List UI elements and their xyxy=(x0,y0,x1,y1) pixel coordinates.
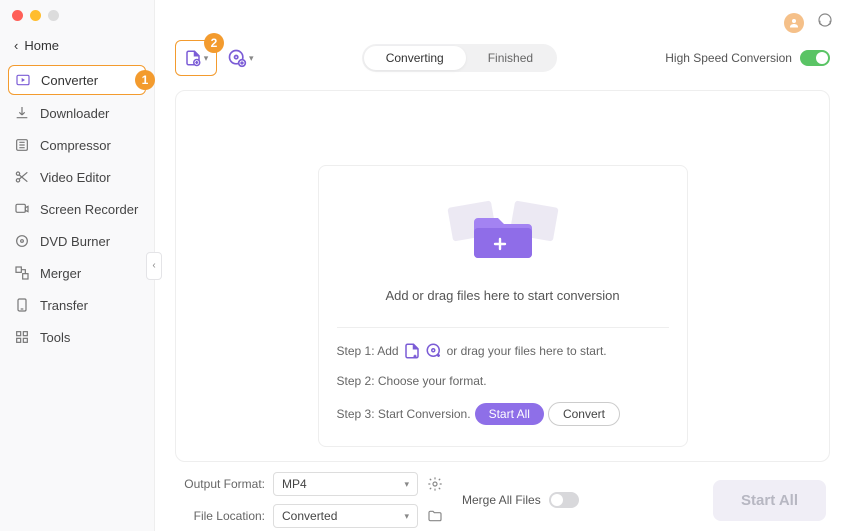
merge-label: Merge All Files xyxy=(462,493,541,507)
footer-bar: Output Format: MP4 ▾ File Location: Conv… xyxy=(175,462,830,532)
chevron-down-icon: ▾ xyxy=(404,511,409,522)
step1-pre: Step 1: Add xyxy=(337,344,399,358)
step3-pre: Step 3: Start Conversion. xyxy=(337,407,471,421)
dropzone-text: Add or drag files here to start conversi… xyxy=(337,288,669,303)
high-speed-label: High Speed Conversion xyxy=(665,51,792,65)
sidebar-item-converter[interactable]: Converter 1 xyxy=(8,65,146,95)
sidebar-item-label: Tools xyxy=(40,330,70,345)
sidebar-item-compressor[interactable]: Compressor xyxy=(0,129,154,161)
compressor-icon xyxy=(14,137,30,153)
folder-open-icon[interactable] xyxy=(426,507,444,525)
chevron-down-icon: ▾ xyxy=(204,53,209,64)
main-area: ▾ ▾ Converting Finished High Speed Conve… xyxy=(155,0,850,531)
merger-icon xyxy=(14,265,30,281)
converter-icon xyxy=(15,72,31,88)
merge-toggle[interactable] xyxy=(549,492,579,508)
step-3: Step 3: Start Conversion. Start All Conv… xyxy=(337,402,669,426)
scissors-icon xyxy=(14,169,30,185)
sidebar-item-dvd-burner[interactable]: DVD Burner xyxy=(0,225,154,257)
toolbar-right: High Speed Conversion xyxy=(665,50,830,66)
file-add-icon xyxy=(184,49,202,67)
convert-small-button[interactable]: Convert xyxy=(548,402,620,426)
toolbar: ▾ ▾ Converting Finished High Speed Conve… xyxy=(175,40,830,76)
start-all-button[interactable]: Start All xyxy=(713,480,826,521)
home-link[interactable]: ‹ Home xyxy=(0,32,154,59)
sidebar-collapse-handle[interactable]: ‹ xyxy=(146,252,162,280)
output-format-row: Output Format: MP4 ▾ xyxy=(179,472,444,496)
sidebar-item-transfer[interactable]: Transfer xyxy=(0,289,154,321)
steps-panel: Step 1: Add or drag your files here to s… xyxy=(337,327,669,426)
settings-icon[interactable] xyxy=(426,475,444,493)
annotation-badge-1: 1 xyxy=(135,70,155,90)
disc-add-icon[interactable] xyxy=(425,342,443,360)
home-label: Home xyxy=(24,38,59,53)
minimize-window-button[interactable] xyxy=(30,10,41,21)
file-location-label: File Location: xyxy=(179,509,265,523)
disc-icon xyxy=(14,233,30,249)
sidebar-item-label: Video Editor xyxy=(40,170,111,185)
sidebar-item-label: Screen Recorder xyxy=(40,202,138,217)
nav-list: Converter 1 Downloader Compressor Video … xyxy=(0,65,154,353)
chevron-down-icon: ▾ xyxy=(404,479,409,490)
transfer-icon xyxy=(14,297,30,313)
file-location-row: File Location: Converted ▾ xyxy=(179,504,444,528)
tools-icon xyxy=(14,329,30,345)
file-location-select[interactable]: Converted ▾ xyxy=(273,504,418,528)
tab-converting[interactable]: Converting xyxy=(364,46,466,70)
sidebar-item-merger[interactable]: Merger xyxy=(0,257,154,289)
sidebar-item-video-editor[interactable]: Video Editor xyxy=(0,161,154,193)
disc-add-icon xyxy=(227,48,247,68)
output-format-label: Output Format: xyxy=(179,477,265,491)
window-controls xyxy=(12,10,59,21)
footer-left: Output Format: MP4 ▾ File Location: Conv… xyxy=(179,472,444,528)
maximize-window-button[interactable] xyxy=(48,10,59,21)
chevron-left-icon: ‹ xyxy=(14,38,18,53)
sidebar-item-label: Compressor xyxy=(40,138,111,153)
sidebar: ‹ Home Converter 1 Downloader Compressor… xyxy=(0,0,155,531)
add-disc-button[interactable]: ▾ xyxy=(227,48,254,68)
tab-finished[interactable]: Finished xyxy=(466,46,555,70)
status-tabs: Converting Finished xyxy=(362,44,557,72)
title-bar xyxy=(0,0,850,30)
file-add-icon[interactable] xyxy=(403,342,421,360)
step-1: Step 1: Add or drag your files here to s… xyxy=(337,342,669,360)
step-2: Step 2: Choose your format. xyxy=(337,374,669,388)
sidebar-item-label: Merger xyxy=(40,266,81,281)
sidebar-item-label: Downloader xyxy=(40,106,109,121)
high-speed-toggle[interactable] xyxy=(800,50,830,66)
close-window-button[interactable] xyxy=(12,10,23,21)
step1-post: or drag your files here to start. xyxy=(447,344,607,358)
sidebar-item-label: Converter xyxy=(41,73,98,88)
sidebar-item-label: Transfer xyxy=(40,298,88,313)
recorder-icon xyxy=(14,201,30,217)
sidebar-item-label: DVD Burner xyxy=(40,234,110,249)
chevron-down-icon: ▾ xyxy=(249,53,254,64)
dropzone[interactable]: Add or drag files here to start conversi… xyxy=(318,165,688,447)
content-card: Add or drag files here to start conversi… xyxy=(175,90,830,462)
annotation-badge-2: 2 xyxy=(204,33,224,53)
download-icon xyxy=(14,105,30,121)
output-format-select[interactable]: MP4 ▾ xyxy=(273,472,418,496)
merge-control: Merge All Files xyxy=(462,492,579,508)
output-format-value: MP4 xyxy=(282,477,307,491)
start-all-small-button[interactable]: Start All xyxy=(475,403,544,425)
chevron-left-icon: ‹ xyxy=(152,260,155,271)
sidebar-item-downloader[interactable]: Downloader xyxy=(0,97,154,129)
folder-illustration xyxy=(337,190,669,270)
file-location-value: Converted xyxy=(282,509,337,523)
sidebar-item-tools[interactable]: Tools xyxy=(0,321,154,353)
sidebar-item-screen-recorder[interactable]: Screen Recorder xyxy=(0,193,154,225)
